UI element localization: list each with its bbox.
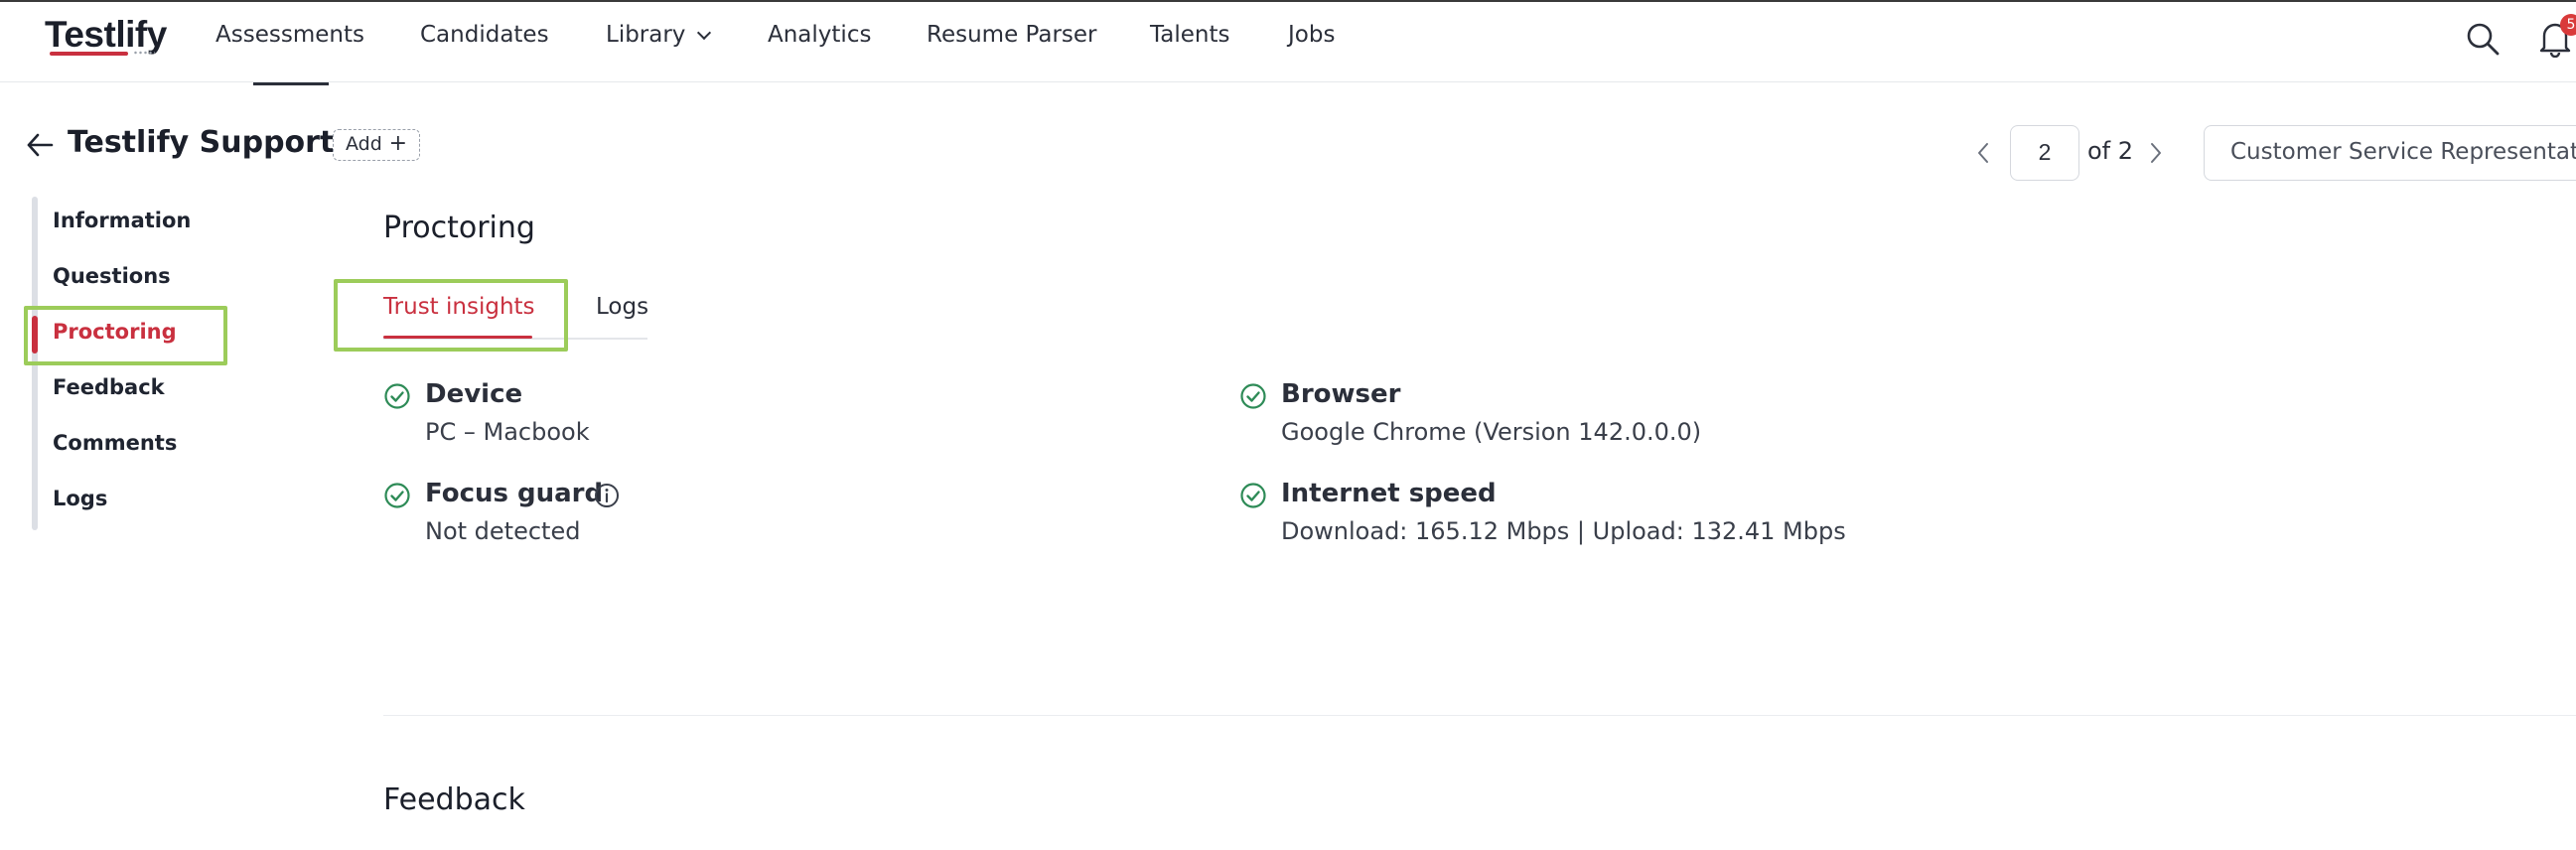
sidenav-item-logs[interactable]: Logs (53, 487, 107, 510)
nav-assessments[interactable]: Assessments (215, 22, 364, 48)
notification-badge: 5 (2560, 14, 2576, 36)
browser-title: Browser (1281, 379, 1401, 409)
nav-jobs[interactable]: Jobs (1288, 22, 1335, 48)
logo-underline (50, 52, 128, 56)
proctoring-title: Proctoring (383, 211, 535, 245)
page-total-label: of 2 (2087, 137, 2134, 165)
search-icon[interactable] (2466, 22, 2500, 56)
device-value: PC – Macbook (425, 418, 590, 446)
check-circle-icon (384, 483, 410, 508)
sidenav-item-information[interactable]: Information (53, 209, 191, 232)
nav-library-label: Library (606, 22, 686, 48)
highlight-box-proctoring (24, 306, 227, 365)
page-number-input[interactable]: 2 (2010, 125, 2079, 181)
highlight-box-trust-insights (334, 279, 568, 352)
browser-value: Google Chrome (Version 142.0.0.0) (1281, 418, 1702, 446)
chevron-left-icon[interactable] (1976, 141, 1990, 165)
add-button-label: Add (346, 133, 382, 155)
nav-resume-parser[interactable]: Resume Parser (927, 22, 1097, 48)
device-title: Device (425, 379, 523, 409)
section-divider (383, 715, 2576, 716)
check-circle-icon (1240, 383, 1266, 409)
logo-dots (133, 50, 155, 56)
nav-library[interactable]: Library (606, 22, 712, 48)
focus-guard-title: Focus guard (425, 479, 604, 508)
role-select[interactable]: Customer Service Representative (2204, 125, 2576, 181)
tab-logs[interactable]: Logs (596, 294, 648, 320)
page-title: Testlify Support (68, 125, 335, 160)
sidenav-item-questions[interactable]: Questions (53, 264, 171, 288)
chevron-right-icon[interactable] (2149, 141, 2163, 165)
add-button[interactable]: Add + (333, 129, 420, 161)
nav-talents[interactable]: Talents (1150, 22, 1229, 48)
plus-icon: + (388, 131, 407, 156)
internet-speed-value: Download: 165.12 Mbps | Upload: 132.41 M… (1281, 517, 1846, 545)
info-icon[interactable] (594, 483, 620, 508)
check-circle-icon (384, 383, 410, 409)
nav-candidates[interactable]: Candidates (420, 22, 549, 48)
nav-active-indicator (253, 82, 329, 85)
chevron-down-icon (697, 25, 712, 41)
sidenav-item-feedback[interactable]: Feedback (53, 375, 165, 399)
top-navbar: Testlify Assessments Candidates Library … (0, 0, 2576, 85)
internet-speed-title: Internet speed (1281, 479, 1497, 508)
feedback-title: Feedback (383, 782, 525, 817)
focus-guard-value: Not detected (425, 517, 581, 545)
back-arrow-icon[interactable] (26, 132, 54, 158)
sidenav-item-comments[interactable]: Comments (53, 431, 177, 455)
nav-analytics[interactable]: Analytics (768, 22, 871, 48)
check-circle-icon (1240, 483, 1266, 508)
